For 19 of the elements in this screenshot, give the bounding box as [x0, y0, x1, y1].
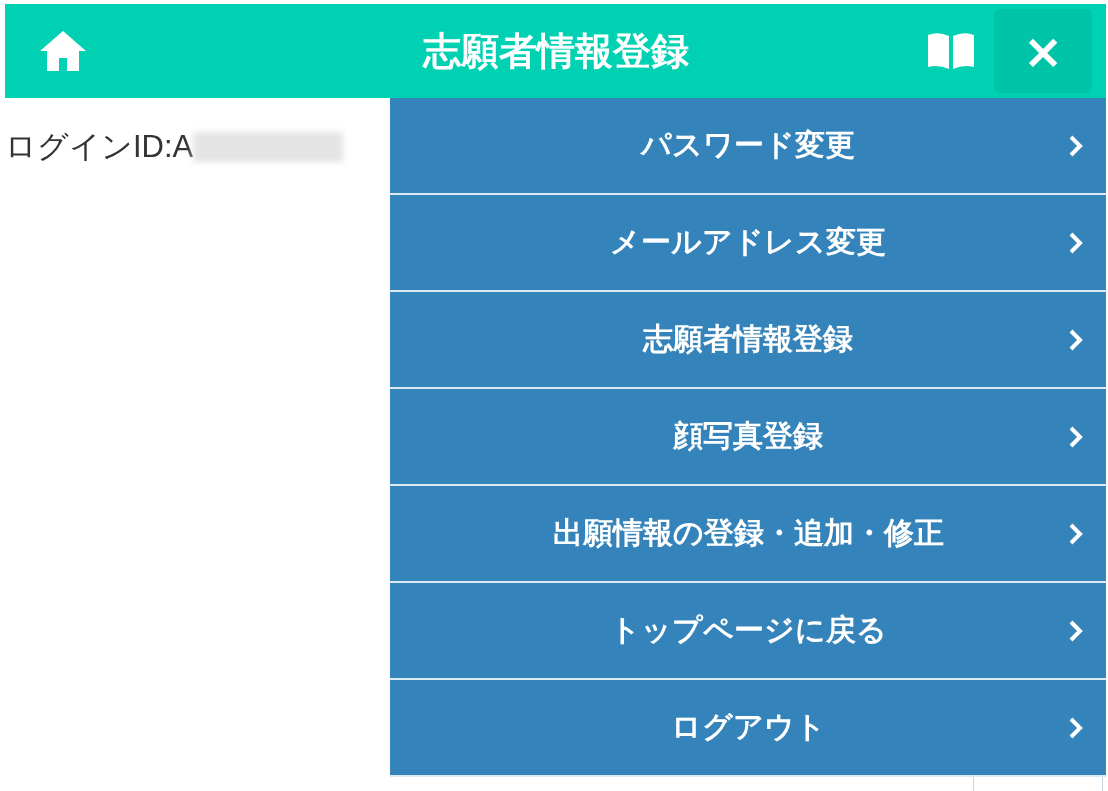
- menu-item[interactable]: メールアドレス変更: [390, 195, 1106, 292]
- chevron-icon: [1068, 426, 1084, 448]
- menu-item[interactable]: 志願者情報登録: [390, 292, 1106, 389]
- chevron-icon: [1068, 329, 1084, 351]
- menu-item[interactable]: 出願情報の登録・追加・修正: [390, 486, 1106, 583]
- chevron-icon: [1068, 717, 1084, 739]
- chevron-icon: [1068, 620, 1084, 642]
- menu-item[interactable]: パスワード変更: [390, 98, 1106, 195]
- chevron-icon: [1068, 523, 1084, 545]
- close-button[interactable]: ×: [994, 9, 1092, 93]
- page-title: 志願者情報登録: [422, 27, 689, 75]
- chevron-icon: [1068, 135, 1084, 157]
- menu-item[interactable]: トップページに戻る: [390, 583, 1106, 680]
- login-id-text: ログインID:A: [5, 128, 194, 166]
- home-icon[interactable]: [38, 29, 88, 73]
- chevron-icon: [1068, 232, 1084, 254]
- book-icon[interactable]: [926, 31, 976, 71]
- menu-item[interactable]: 顔写真登録: [390, 389, 1106, 486]
- menu-item[interactable]: ログアウト: [390, 680, 1106, 777]
